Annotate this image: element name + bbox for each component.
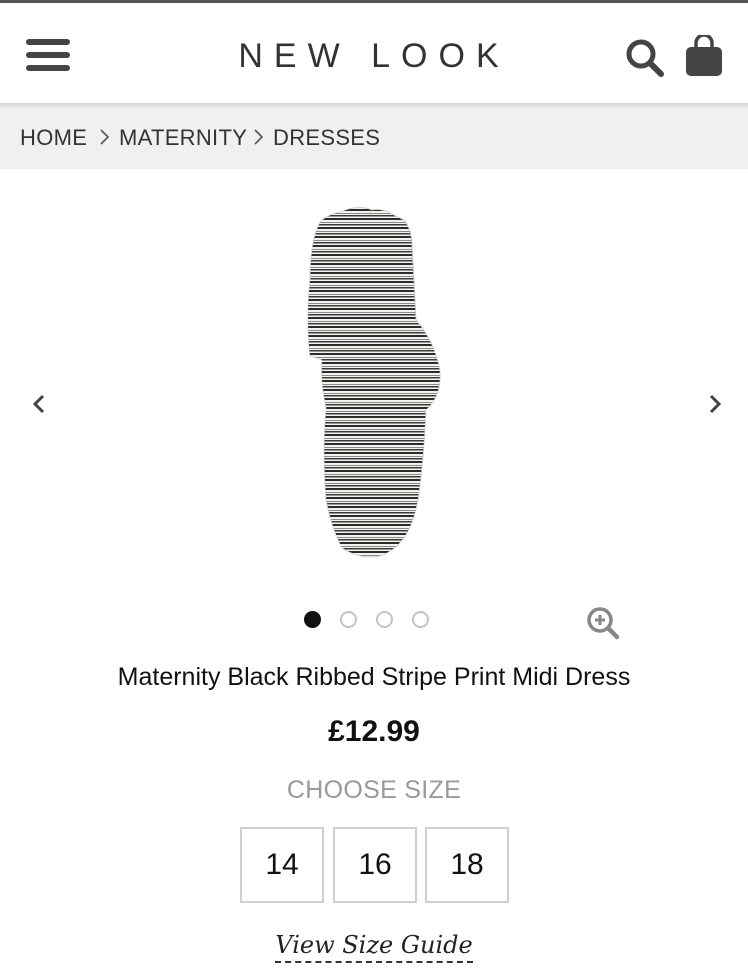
- product-page: NEW LOOK HOME MATERNITY DRESSES Maternit…: [0, 0, 748, 972]
- gallery-dot-1[interactable]: [304, 611, 321, 628]
- chevron-right-icon: [100, 129, 109, 145]
- gallery-next-button[interactable]: [704, 390, 726, 418]
- gallery-dot-3[interactable]: [376, 611, 393, 628]
- product-price: £12.99: [328, 715, 420, 748]
- breadcrumb-dresses[interactable]: DRESSES: [273, 124, 380, 152]
- gallery-dot-4[interactable]: [412, 611, 429, 628]
- shopping-bag-button[interactable]: [684, 33, 724, 79]
- chevron-left-icon: [32, 394, 45, 414]
- gallery-dot-2[interactable]: [340, 611, 357, 628]
- product-image[interactable]: [300, 200, 450, 560]
- breadcrumb-home[interactable]: HOME: [20, 124, 87, 152]
- chevron-right-icon: [709, 394, 722, 414]
- search-icon: [626, 39, 664, 77]
- size-option-14[interactable]: 14: [240, 827, 324, 903]
- site-header: NEW LOOK: [0, 3, 748, 103]
- shopping-bag-icon: [686, 33, 722, 76]
- brand-logo[interactable]: NEW LOOK: [224, 33, 524, 79]
- choose-size-label: CHOOSE SIZE: [286, 776, 462, 804]
- breadcrumb: HOME MATERNITY DRESSES: [0, 108, 748, 169]
- gallery-prev-button[interactable]: [28, 390, 50, 418]
- zoom-button[interactable]: [585, 605, 621, 641]
- size-guide-link[interactable]: View Size Guide: [0, 928, 748, 963]
- menu-button[interactable]: [24, 37, 72, 73]
- size-option-16[interactable]: 16: [333, 827, 417, 903]
- zoom-in-icon: [587, 607, 620, 640]
- chevron-right-icon: [254, 129, 263, 145]
- size-option-18[interactable]: 18: [425, 827, 509, 903]
- product-title: Maternity Black Ribbed Stripe Print Midi…: [117, 663, 631, 691]
- breadcrumb-maternity[interactable]: MATERNITY: [119, 124, 247, 152]
- size-guide-label[interactable]: View Size Guide: [275, 931, 473, 963]
- search-button[interactable]: [624, 37, 666, 79]
